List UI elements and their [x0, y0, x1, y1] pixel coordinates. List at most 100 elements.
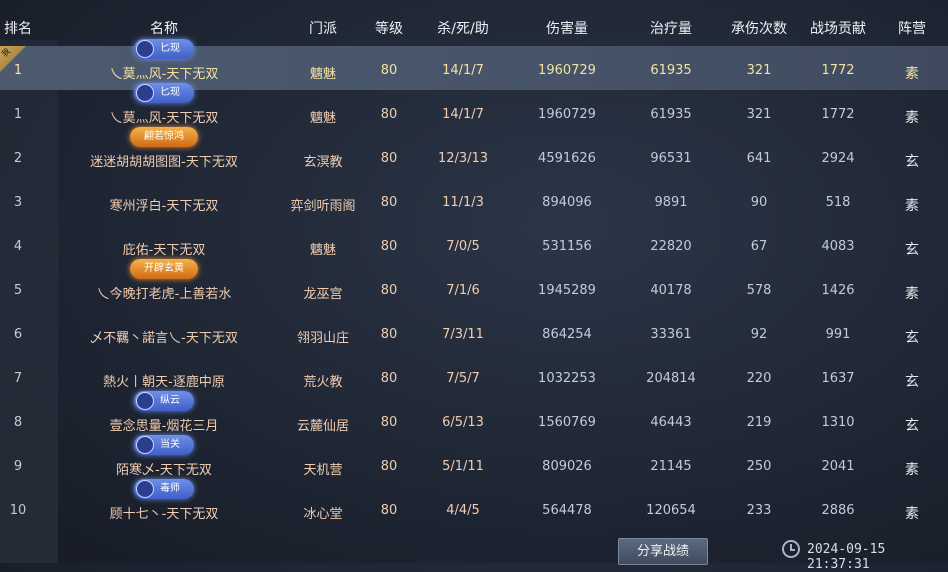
level-cell: 80 [380, 371, 398, 386]
rank-cell: 10 [9, 503, 27, 518]
table-row[interactable]: 5 乀今晚打老虎-上善若水 龙巫宫 80 7/1/6 1945289 40178 578 142… [0, 259, 948, 310]
damage-cell: 4591626 [538, 151, 596, 166]
contribution-cell: 1310 [821, 415, 855, 430]
heal-cell: 204814 [646, 371, 696, 386]
share-record-button[interactable]: 分享战绩 [618, 538, 708, 565]
heal-cell: 9891 [654, 195, 688, 210]
header-kda: 杀/死/助 [437, 21, 489, 37]
clock-icon [782, 540, 800, 558]
title-badge: 翩若惊鸿 [130, 127, 198, 147]
player-name[interactable]: 壹念思量-烟花三月 [110, 415, 219, 434]
level-cell: 80 [380, 283, 398, 298]
player-name[interactable]: 熱火丨朝天-逐鹿中原 [103, 371, 225, 390]
header-rank: 排名 [4, 21, 32, 37]
damage-taken-cell: 220 [746, 371, 772, 386]
badge-emblem-icon [136, 392, 154, 410]
player-name[interactable]: 乀莫灬风-天下无双 [110, 107, 219, 126]
heal-cell: 21145 [650, 459, 692, 474]
header-damage: 伤害量 [546, 21, 588, 37]
scoreboard-table: 1 乀莫灬风-天下无双 魑魅 80 14/1/7 1960729 61935 321 1772 素… [0, 39, 948, 530]
player-name[interactable]: 乄不羈丶諾言乀-天下无双 [90, 327, 238, 346]
title-badge: 毒师 [134, 479, 194, 499]
rank-cell: 9 [13, 459, 23, 474]
footer: 分享战绩 2024-09-15 21:37:31 [0, 532, 948, 572]
sect-cell: 龙巫宫 [303, 287, 343, 302]
contribution-cell: 1772 [821, 107, 855, 122]
level-cell: 80 [380, 151, 398, 166]
damage-cell: 531156 [542, 239, 592, 254]
badge-emblem-icon [136, 436, 154, 454]
player-name[interactable]: 乀今晚打老虎-上善若水 [97, 283, 232, 302]
level-cell: 80 [380, 327, 398, 342]
title-badge: 开辟玄黄 [130, 259, 198, 279]
camp-cell: 素 [905, 198, 919, 214]
badge-label: 当关 [160, 439, 180, 450]
player-name[interactable]: 庇佑-天下无双 [123, 239, 206, 258]
heal-cell: 40178 [650, 283, 692, 298]
heal-cell: 96531 [650, 151, 692, 166]
heal-cell: 22820 [650, 239, 692, 254]
table-row[interactable]: 3 寒州浮白-天下无双 弈剑听雨阁 80 11/1/3 894096 9891 90 518 素 [0, 178, 948, 222]
sect-cell: 魑魅 [309, 67, 337, 82]
header-heal: 治疗量 [650, 21, 692, 37]
level-cell: 80 [380, 503, 398, 518]
kda-cell: 6/5/13 [442, 415, 484, 430]
rank-cell: 5 [13, 283, 23, 298]
table-row[interactable]: 10 顾十七丶-天下无双 冰心堂 80 4/4/5 564478 120654 233 2886… [0, 479, 948, 530]
camp-cell: 素 [905, 462, 919, 478]
sect-cell: 荒火教 [303, 375, 343, 390]
contribution-cell: 4083 [821, 239, 855, 254]
damage-taken-cell: 321 [746, 107, 772, 122]
badge-emblem-icon [136, 480, 154, 498]
sect-cell: 弈剑听雨阁 [290, 199, 356, 214]
title-badge: 匕现 [134, 83, 194, 103]
badge-label: 匕现 [160, 43, 180, 54]
camp-cell: 玄 [905, 374, 919, 390]
kda-cell: 12/3/13 [437, 151, 489, 166]
damage-cell: 864254 [542, 327, 592, 342]
player-name[interactable]: 乀莫灬风-天下无双 [110, 63, 219, 82]
table-row[interactable]: 6 乄不羈丶諾言乀-天下无双 翎羽山庄 80 7/3/11 864254 33361 92 99… [0, 310, 948, 354]
kda-cell: 4/4/5 [446, 503, 480, 518]
contribution-cell: 1426 [821, 283, 855, 298]
contribution-cell: 991 [825, 327, 851, 342]
camp-cell: 素 [905, 110, 919, 126]
heal-cell: 46443 [650, 415, 692, 430]
badge-label: 开辟玄黄 [144, 263, 184, 274]
contribution-cell: 1772 [821, 63, 855, 78]
heal-cell: 61935 [650, 107, 692, 122]
heal-cell: 120654 [646, 503, 696, 518]
badge-emblem-icon [136, 40, 154, 58]
damage-cell: 1945289 [538, 283, 596, 298]
player-name[interactable]: 陌寒乄-天下无双 [116, 459, 212, 478]
player-name[interactable]: 寒州浮白-天下无双 [110, 195, 219, 214]
damage-cell: 894096 [542, 195, 592, 210]
sect-cell: 魑魅 [309, 111, 337, 126]
sect-cell: 翎羽山庄 [296, 331, 350, 346]
kda-cell: 14/1/7 [442, 107, 484, 122]
rank-cell: 8 [13, 415, 23, 430]
kda-cell: 7/0/5 [446, 239, 480, 254]
damage-cell: 1032253 [538, 371, 596, 386]
table-row[interactable]: 2 迷迷胡胡胡图图-天下无双 玄溟教 80 12/3/13 4591626 96531 641… [0, 127, 948, 178]
damage-taken-cell: 641 [746, 151, 772, 166]
sect-cell: 冰心堂 [303, 507, 343, 522]
header-taken: 承伤次数 [731, 21, 787, 37]
level-cell: 80 [380, 239, 398, 254]
sect-cell: 云麓仙居 [296, 419, 350, 434]
level-cell: 80 [380, 107, 398, 122]
damage-cell: 1960729 [538, 63, 596, 78]
title-badge: 匕现 [134, 39, 194, 59]
badge-label: 纵云 [160, 395, 180, 406]
camp-cell: 玄 [905, 330, 919, 346]
camp-cell: 素 [905, 66, 919, 82]
title-badge: 当关 [134, 435, 194, 455]
player-name[interactable]: 迷迷胡胡胡图图-天下无双 [90, 151, 238, 170]
player-name[interactable]: 顾十七丶-天下无双 [110, 503, 219, 522]
contribution-cell: 1637 [821, 371, 855, 386]
header-contribution: 战场贡献 [810, 21, 866, 37]
camp-cell: 素 [905, 506, 919, 522]
damage-taken-cell: 92 [750, 327, 768, 342]
damage-taken-cell: 250 [746, 459, 772, 474]
damage-taken-cell: 578 [746, 283, 772, 298]
